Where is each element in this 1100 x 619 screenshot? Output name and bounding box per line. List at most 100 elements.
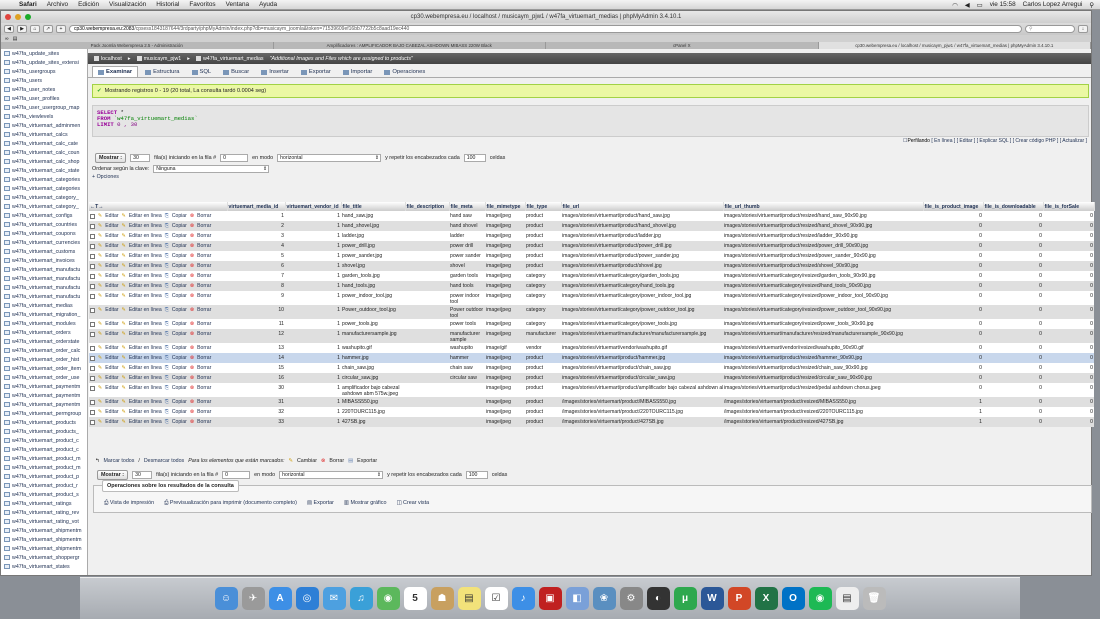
edit-link[interactable]: Editar [105, 243, 118, 249]
table-cell[interactable]: images/stories/virtuemart/product/hand_s… [561, 221, 723, 231]
table-cell[interactable]: 0 [923, 281, 983, 291]
table-cell[interactable]: image/jpeg [485, 373, 525, 383]
copy-link[interactable]: Copiar [172, 223, 187, 229]
table-cell[interactable]: category [525, 305, 561, 319]
copy-link[interactable]: Copiar [172, 213, 187, 219]
sidebar-table-item[interactable]: w47fa_virtuemart_manufactu [1, 283, 87, 292]
delete-link[interactable]: Borrar [197, 293, 211, 299]
table-cell[interactable] [405, 211, 449, 221]
reminders-icon[interactable]: ☑ [484, 587, 508, 610]
table-cell[interactable]: image/jpeg [485, 417, 525, 427]
table-cell[interactable]: images/stories/virtuemart/manufacturer/r… [723, 329, 923, 343]
delete-link[interactable]: Borrar [197, 355, 211, 361]
tab-sql[interactable]: SQL [187, 67, 217, 77]
table-cell[interactable]: 0 [923, 211, 983, 221]
table-cell[interactable]: images/stories/virtuemart/category/power… [561, 319, 723, 329]
column-header[interactable]: file_meta [449, 202, 486, 211]
table-cell[interactable]: 0 [1043, 373, 1094, 383]
copy-link[interactable]: Copiar [172, 243, 187, 249]
sidebar-table-item[interactable]: w47fa_virtuemart_rating_rev [1, 508, 87, 517]
calendar-icon[interactable]: 5 [403, 587, 427, 610]
inline-edit-link[interactable]: Editar en línea [129, 375, 162, 381]
table-cell[interactable]: 1 [285, 373, 341, 383]
utorrent-icon[interactable]: μ [673, 587, 697, 610]
table-cell[interactable]: shovel [449, 261, 485, 271]
row-checkbox[interactable] [90, 385, 95, 391]
table-cell[interactable]: image/jpeg [485, 211, 525, 221]
table-cell[interactable]: images/stories/virtuemart/category/resiz… [723, 291, 923, 305]
row-checkbox[interactable] [90, 293, 95, 299]
column-header[interactable]: file_is_downloadable [983, 202, 1044, 211]
column-header[interactable]: file_url [561, 202, 724, 211]
table-cell[interactable]: 0 [1043, 211, 1094, 221]
table-cell[interactable]: hand_tools.jpg [341, 281, 405, 291]
table-cell[interactable]: 0 [983, 397, 1043, 407]
table-cell[interactable]: 0 [1043, 353, 1094, 363]
link-php[interactable]: [ Crear código PHP ] [1013, 138, 1059, 144]
copy-link[interactable]: Copiar [172, 321, 187, 327]
reading-list-icon[interactable]: ∞ [5, 36, 9, 42]
table-cell[interactable]: image/jpeg [485, 353, 525, 363]
table-cell[interactable]: images/stories/virtuemart/product/shovel… [561, 261, 723, 271]
table-cell[interactable]: images/stories/virtuemart/product/resize… [723, 261, 923, 271]
copy-link[interactable]: Copiar [172, 355, 187, 361]
bulk-change-button[interactable]: Cambiar [297, 458, 317, 464]
table-cell[interactable]: hammer [449, 353, 485, 363]
table-cell[interactable]: 0 [983, 231, 1043, 241]
table-cell[interactable]: images/stories/virtuemart/category/resiz… [723, 319, 923, 329]
table-cell[interactable]: /images/stories/virtuemart/product/427SB… [561, 417, 723, 427]
preview-icon[interactable]: ◧ [565, 587, 589, 610]
table-cell[interactable]: 0 [923, 363, 983, 373]
table-cell[interactable]: product [525, 231, 561, 241]
delete-link[interactable]: Borrar [197, 385, 211, 391]
print-view-link[interactable]: ⎙ Vista de impresión [104, 500, 154, 507]
sidebar-table-item[interactable]: w47fa_virtuemart_product_s [1, 490, 87, 499]
table-cell[interactable]: images/stories/virtuemart/product/resize… [723, 231, 923, 241]
table-cell[interactable] [405, 373, 449, 383]
inline-edit-link[interactable]: Editar en línea [129, 293, 162, 299]
table-cell[interactable]: 2 [227, 221, 285, 231]
sidebar-table-item[interactable]: w47fa_user_usergroup_map [1, 103, 87, 112]
table-cell[interactable] [449, 417, 485, 427]
row-checkbox[interactable] [90, 331, 95, 337]
table-cell[interactable]: power sander [449, 251, 485, 261]
sidebar-table-item[interactable]: w47fa_virtuemart_calc_coun [1, 148, 87, 157]
table-cell[interactable]: 1 [285, 241, 341, 251]
create-view-link[interactable]: ◫ Crear vista [396, 500, 429, 507]
volume-icon[interactable]: ◀ [965, 1, 970, 9]
table-cell[interactable]: image/jpeg [485, 305, 525, 319]
home-icon[interactable]: ⌂ [30, 25, 40, 33]
table-cell[interactable]: 0 [923, 231, 983, 241]
copy-link[interactable]: Copiar [172, 331, 187, 337]
column-header[interactable]: file_type [525, 202, 562, 211]
table-cell[interactable]: image/jpeg [485, 363, 525, 373]
table-cell[interactable]: power_indoor_tool.jpg [341, 291, 405, 305]
table-cell[interactable]: image/jpeg [485, 251, 525, 261]
table-cell[interactable] [449, 407, 485, 417]
sidebar-table-item[interactable]: w47fa_virtuemart_paymentm [1, 391, 87, 400]
copy-link[interactable]: Copiar [172, 345, 187, 351]
mode-select-bottom[interactable]: horizontal [279, 471, 384, 479]
table-cell[interactable]: hand_saw.jpg [341, 211, 405, 221]
column-header[interactable]: virtuemart_media_id [227, 202, 286, 211]
sidebar-table-item[interactable]: w47fa_virtuemart_modules [1, 319, 87, 328]
sidebar-table-item[interactable]: w47fa_usergroups [1, 67, 87, 76]
bulk-delete-button[interactable]: Borrar [329, 458, 344, 464]
table-cell[interactable]: images/stories/virtuemart/category/hand_… [561, 281, 723, 291]
sidebar-table-item[interactable]: w47fa_virtuemart_product_c [1, 436, 87, 445]
menu-visualizacion[interactable]: Visualización [104, 1, 151, 8]
table-cell[interactable]: 1 [285, 211, 341, 221]
table-cell[interactable]: 0 [1043, 383, 1094, 397]
copy-link[interactable]: Copiar [172, 409, 187, 415]
table-cell[interactable]: 0 [1043, 261, 1094, 271]
table-cell[interactable]: amplificador bajo cabezal ashdown abm 57… [341, 383, 405, 397]
table-cell[interactable]: images/stories/virtuemart/product/resize… [723, 383, 923, 397]
edit-link[interactable]: Editar [105, 307, 118, 313]
table-cell[interactable]: /images/stories/virtuemart/product/resiz… [723, 417, 923, 427]
edit-link[interactable]: Editar [105, 355, 118, 361]
table-cell[interactable] [405, 417, 449, 427]
sidebar-table-item[interactable]: w47fa_virtuemart_adminmen [1, 121, 87, 130]
table-cell[interactable]: 0 [923, 319, 983, 329]
row-checkbox[interactable] [90, 213, 95, 219]
column-header[interactable]: file_description [405, 202, 450, 211]
